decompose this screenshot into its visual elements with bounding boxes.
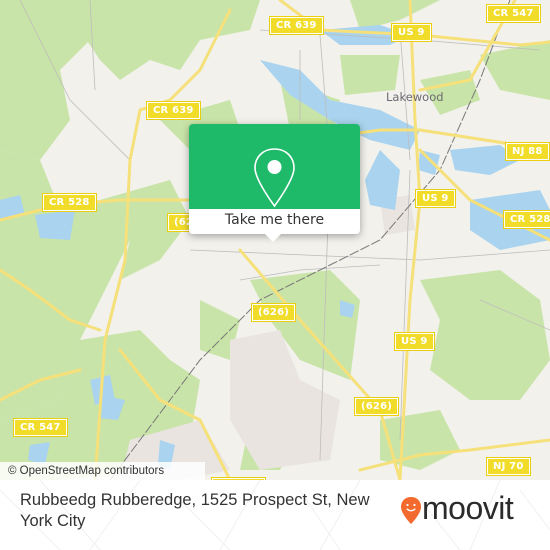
footer: Rubbeedg Rubberedge, 1525 Prospect St, N… [0,480,550,550]
map-pin-icon [254,148,295,208]
map-attribution[interactable]: © OpenStreetMap contributors [0,462,205,480]
road-shield-nj88: NJ 88 [505,142,550,161]
road-shield-cr547: CR 547 [486,4,541,23]
road-shield-nj70: NJ 70 [486,457,531,476]
road-shield-cr547: CR 547 [13,418,68,437]
road-shield-cr528: CR 528 [503,210,550,229]
road-shield-626: (626) [353,397,400,416]
moovit-wordmark: moovit [422,490,514,526]
road-shield-us9: US 9 [391,23,432,42]
take-me-there-button[interactable]: Take me there [189,209,360,234]
road-shield-cr639: CR 639 [269,16,324,35]
place-label-lakewood: Lakewood [386,90,444,104]
road-shield-626: (626) [250,303,297,322]
road-shield-cr639: CR 639 [146,101,201,120]
road-shield-cr528: CR 528 [42,193,97,212]
popup-pointer [265,234,281,242]
moovit-logo[interactable]: moovit [400,490,540,534]
road-shield-us9: US 9 [394,332,435,351]
location-popup: Take me there [189,124,360,242]
road-shield-us9: US 9 [415,189,456,208]
address-text: Rubbeedg Rubberedge, 1525 Prospect St, N… [20,491,370,530]
moovit-pin-icon [401,497,421,524]
map-view[interactable]: CR 639 CR 547 US 9 CR 639 NJ 88 CR 528 (… [0,0,550,480]
popup-header [189,124,360,209]
